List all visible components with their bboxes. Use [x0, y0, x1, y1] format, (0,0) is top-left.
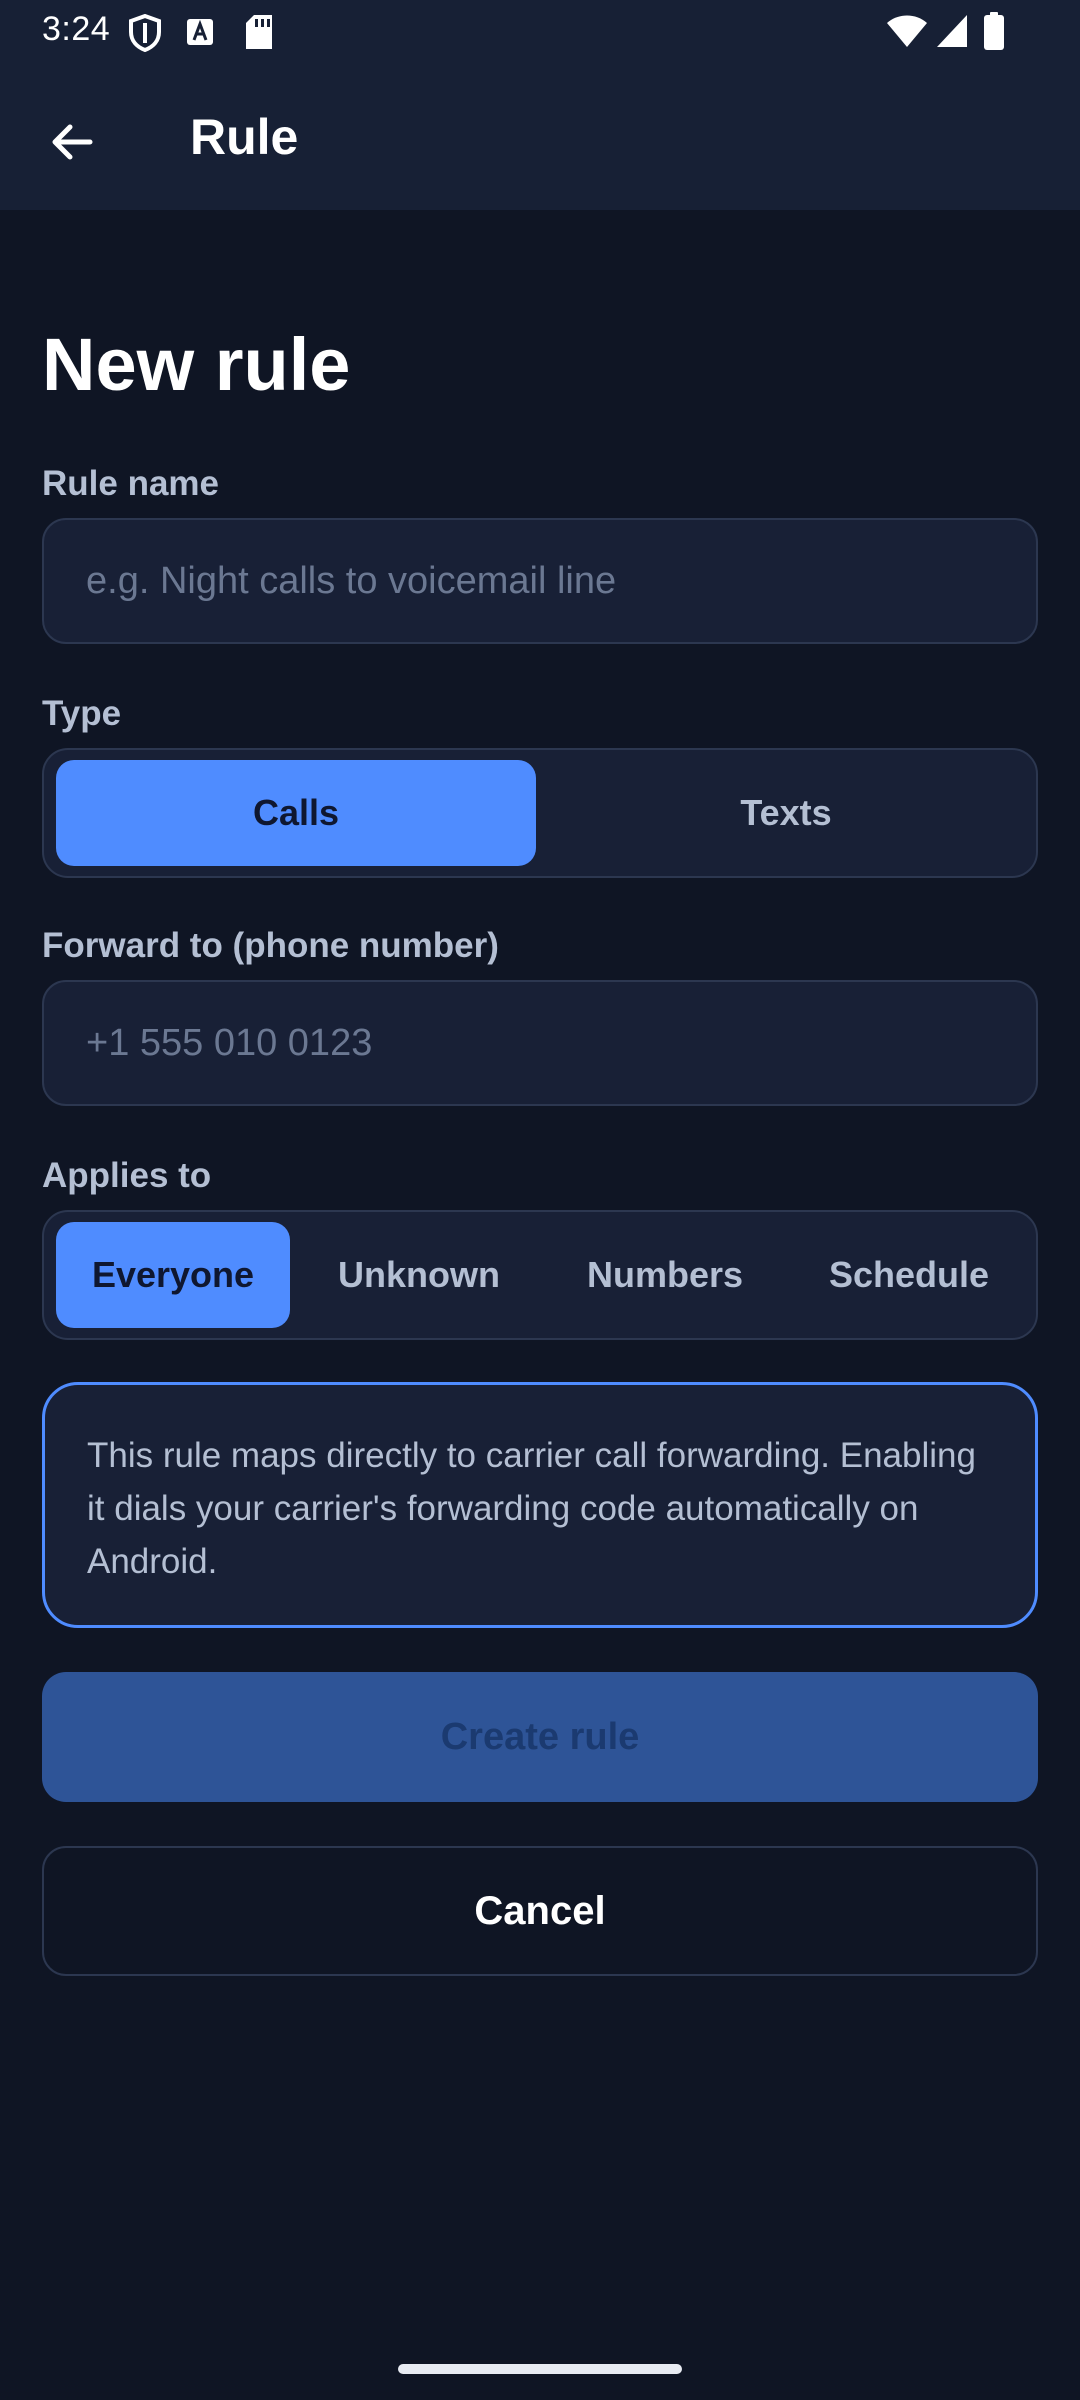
cancel-button[interactable]: Cancel [42, 1846, 1038, 1976]
forward-to-field[interactable]: +1 555 010 0123 [42, 980, 1038, 1106]
applies-to-option-schedule[interactable]: Schedule [792, 1222, 1026, 1328]
arrow-left-icon [52, 124, 93, 160]
status-time: 3:24 [42, 10, 111, 48]
back-button[interactable] [34, 104, 110, 180]
app-bar-title: Rule [190, 109, 299, 165]
applies-to-option-unknown[interactable]: Unknown [302, 1222, 536, 1328]
gesture-navigation-bar[interactable] [398, 2364, 682, 2374]
battery-icon [984, 12, 1004, 50]
info-text: This rule maps directly to carrier call … [87, 1436, 976, 1581]
create-rule-button[interactable]: Create rule [42, 1672, 1038, 1802]
status-bar: 3:24 [0, 0, 1080, 64]
applies-to-option-everyone[interactable]: Everyone [56, 1222, 290, 1328]
type-option-texts[interactable]: Texts [546, 760, 1026, 866]
applies-to-option-numbers[interactable]: Numbers [548, 1222, 782, 1328]
wifi-icon [886, 14, 928, 48]
signal-icon [936, 14, 968, 48]
rule-name-field[interactable]: e.g. Night calls to voicemail line [42, 518, 1038, 644]
font-a-icon [186, 18, 214, 46]
applies-to-segmented-control: Everyone Unknown Numbers Schedule [42, 1210, 1038, 1340]
page-title: New rule [42, 323, 351, 406]
forward-to-label: Forward to (phone number) [42, 926, 499, 965]
app-bar: Rule [0, 64, 1080, 210]
rule-name-label: Rule name [42, 464, 219, 503]
type-label: Type [42, 694, 122, 733]
applies-to-label: Applies to [42, 1156, 212, 1195]
sd-card-icon [244, 14, 274, 50]
rule-name-placeholder: e.g. Night calls to voicemail line [86, 559, 617, 602]
shield-icon [128, 14, 162, 52]
info-box: This rule maps directly to carrier call … [42, 1382, 1038, 1628]
type-option-calls[interactable]: Calls [56, 760, 536, 866]
type-segmented-control: Calls Texts [42, 748, 1038, 878]
forward-to-placeholder: +1 555 010 0123 [86, 1021, 373, 1064]
